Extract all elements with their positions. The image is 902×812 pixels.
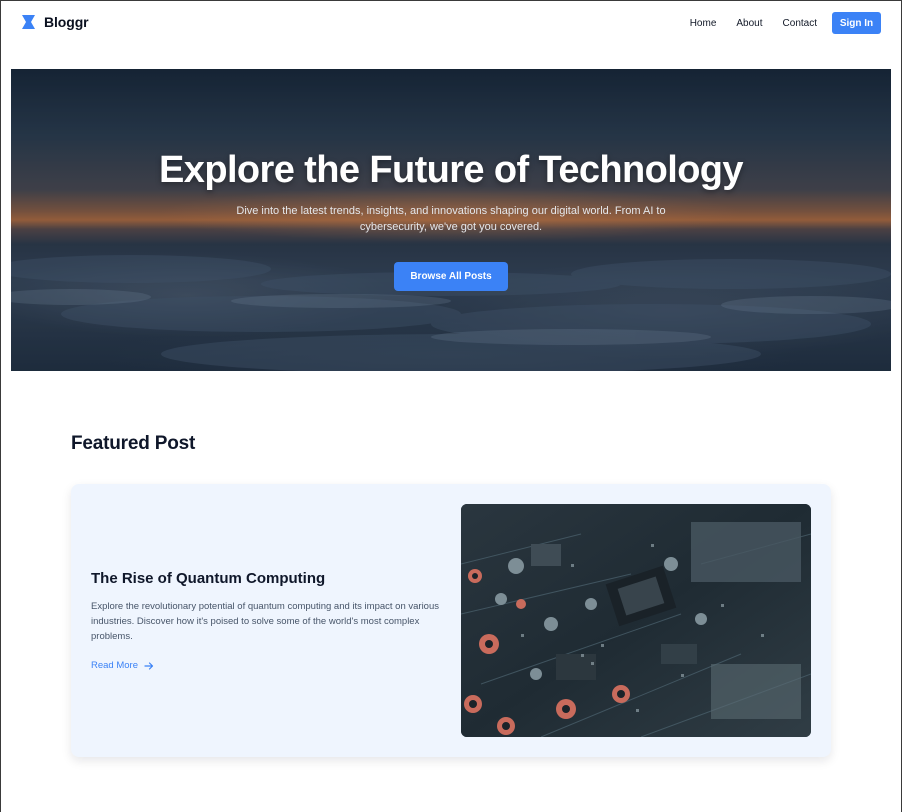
sign-in-button[interactable]: Sign In: [832, 12, 881, 34]
brand-logo[interactable]: Bloggr: [22, 14, 89, 30]
hero-banner: Explore the Future of Technology Dive in…: [11, 69, 891, 371]
post-title[interactable]: The Rise of Quantum Computing: [91, 570, 325, 587]
featured-section-title: Featured Post: [71, 433, 196, 454]
hero-content: Explore the Future of Technology Dive in…: [11, 69, 891, 371]
nav-contact-link[interactable]: Contact: [783, 18, 817, 29]
post-excerpt: Explore the revolutionary potential of q…: [91, 601, 440, 642]
read-more-label: Read More: [91, 660, 138, 671]
site-header: Bloggr Home About Contact Sign In: [0, 0, 902, 46]
hero-subtitle: Dive into the latest trends, insights, a…: [236, 205, 666, 233]
nav-about-link[interactable]: About: [736, 18, 762, 29]
hero-title: Explore the Future of Technology: [159, 149, 744, 191]
main-nav: Home About Contact Sign In: [690, 12, 881, 34]
browse-all-posts-button[interactable]: Browse All Posts: [394, 262, 508, 291]
post-image[interactable]: [461, 504, 811, 737]
circuit-board-image: [461, 504, 811, 737]
nav-home-link[interactable]: Home: [690, 18, 717, 29]
read-more-link[interactable]: Read More: [91, 660, 154, 671]
brand-name: Bloggr: [44, 14, 89, 30]
arrow-right-icon: [144, 661, 154, 670]
bookmark-icon: [22, 15, 35, 29]
featured-post-card: The Rise of Quantum Computing Explore th…: [71, 484, 831, 757]
